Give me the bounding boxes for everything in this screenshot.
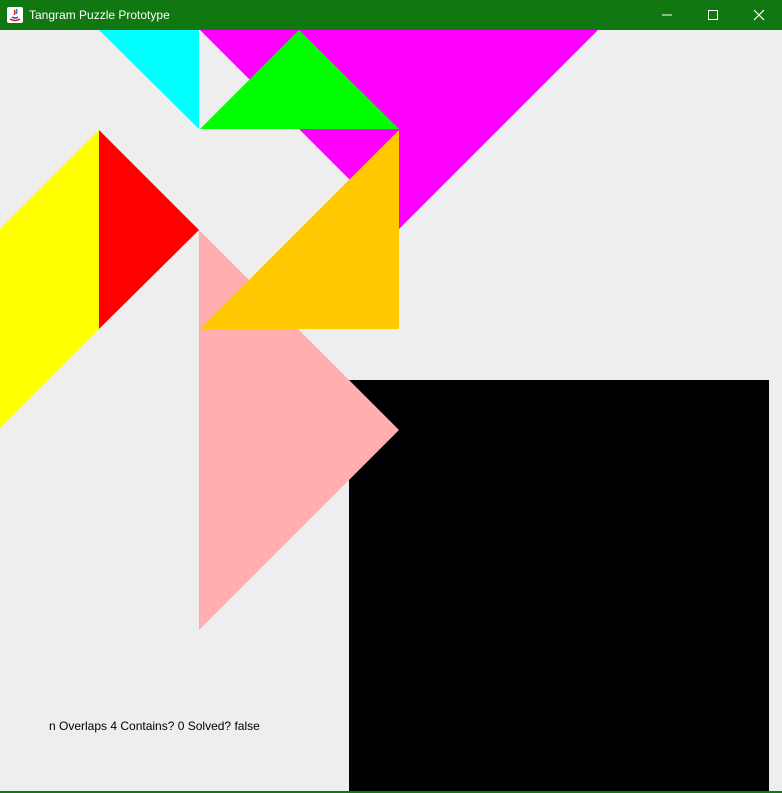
close-button[interactable] <box>736 0 782 30</box>
window-title: Tangram Puzzle Prototype <box>29 8 170 22</box>
close-icon <box>753 9 765 21</box>
red-triangle[interactable] <box>99 130 199 329</box>
app-window: Tangram Puzzle Prototype n Overlaps 4 Co… <box>0 0 782 793</box>
window-controls <box>644 0 782 30</box>
cyan-small-triangle[interactable] <box>99 30 199 129</box>
title-bar[interactable]: Tangram Puzzle Prototype <box>0 0 782 30</box>
java-app-icon <box>7 7 23 23</box>
status-text: n Overlaps 4 Contains? 0 Solved? false <box>49 719 260 733</box>
target-silhouette <box>349 380 769 791</box>
maximize-button[interactable] <box>690 0 736 30</box>
minimize-button[interactable] <box>644 0 690 30</box>
puzzle-canvas[interactable]: n Overlaps 4 Contains? 0 Solved? false <box>0 30 782 791</box>
orange-medium-triangle[interactable] <box>200 130 399 329</box>
yellow-parallelogram[interactable] <box>0 130 99 428</box>
maximize-icon <box>708 10 718 20</box>
puzzle-drawing <box>0 30 769 791</box>
minimize-icon <box>662 14 672 16</box>
